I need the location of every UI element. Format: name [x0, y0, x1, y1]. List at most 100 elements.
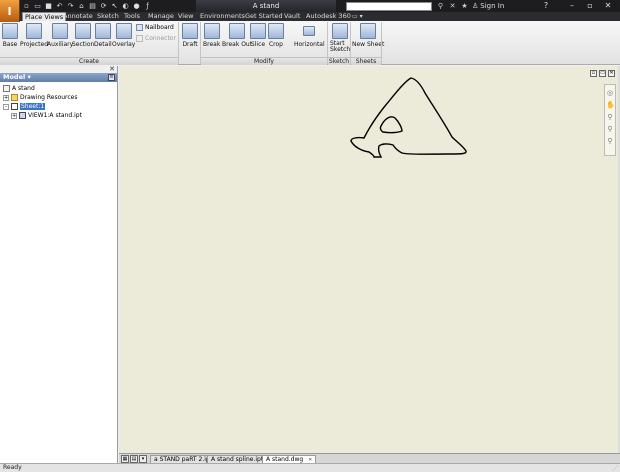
chevron-down-icon: ▾	[27, 73, 31, 81]
panel-label-modify: Modify	[201, 57, 327, 65]
break-out-icon	[229, 23, 246, 39]
tab-get-started[interactable]: Get Started	[245, 12, 283, 21]
tree-item-drawing-resources[interactable]: + Drawing Resources	[3, 93, 78, 102]
user-icon: ♙	[472, 2, 479, 10]
projected-view-button[interactable]: Projected	[20, 23, 48, 48]
help-button[interactable]: ?	[540, 1, 552, 11]
minimize-icon[interactable]: –	[566, 1, 578, 11]
doc-icon	[3, 85, 10, 92]
overlay-view-button[interactable]: Overlay	[112, 23, 135, 48]
new-icon[interactable]: ▫	[22, 1, 31, 10]
slice-button[interactable]: Slice	[250, 23, 266, 48]
star-icon[interactable]: ★	[460, 1, 469, 10]
crop-icon	[268, 23, 284, 39]
tab-autodesk-360[interactable]: Autodesk 360	[306, 12, 351, 21]
sketch-inner-loop	[379, 116, 403, 134]
nailboard-button[interactable]: Nailboard	[136, 24, 174, 31]
fx-icon[interactable]: ƒ	[143, 1, 152, 10]
sign-in-label: Sign In	[480, 2, 505, 10]
steering-wheel-icon[interactable]: ◎	[606, 89, 614, 97]
navigation-bar: ◎ ✋ ⚲ ⚲ ⚲	[604, 84, 616, 156]
zoom-window-icon[interactable]: ⚲	[606, 125, 614, 133]
appearance-icon[interactable]: ●	[132, 1, 141, 10]
tile-windows-icon[interactable]: ▦	[121, 455, 129, 463]
tab-place-views[interactable]: Place Views	[22, 12, 67, 21]
document-list-icon[interactable]: ▾	[139, 455, 147, 463]
tab-annotate[interactable]: Annotate	[63, 12, 93, 21]
draft-view-icon	[182, 23, 198, 39]
detail-view-button[interactable]: Detail	[94, 23, 112, 48]
crop-button[interactable]: Crop	[268, 23, 284, 48]
detail-view-icon	[94, 23, 111, 39]
redo-icon[interactable]: ↷	[66, 1, 75, 10]
new-sheet-button[interactable]: New Sheet	[352, 23, 384, 48]
browser-menu-icon[interactable]: ≡	[108, 74, 115, 81]
tab-vault[interactable]: Vault	[284, 12, 300, 21]
save-icon[interactable]: ■	[44, 1, 53, 10]
print-icon[interactable]: ▤	[88, 1, 97, 10]
tree-item-view1[interactable]: + VIEW1:A stand.ipt	[11, 111, 82, 120]
status-text: Ready	[3, 464, 22, 471]
undo-icon[interactable]: ↶	[55, 1, 64, 10]
zoom-all-icon[interactable]: ⚲	[606, 137, 614, 145]
ribbon-tab-bar: Place Views Annotate Sketch Tools Manage…	[0, 12, 620, 21]
maximize-icon[interactable]: ▫	[584, 1, 596, 11]
help-search-input[interactable]	[346, 2, 432, 11]
draft-view-button[interactable]: Draft	[182, 23, 198, 48]
sign-in-button[interactable]: ♙ Sign In	[472, 1, 504, 11]
view-icon	[19, 112, 26, 119]
close-icon[interactable]: ✕	[602, 1, 614, 11]
tools-icon[interactable]: ✕	[448, 1, 457, 10]
browser-header[interactable]: Model ▾ ≡	[0, 73, 117, 82]
home-icon[interactable]: ⌂	[77, 1, 86, 10]
tab-view[interactable]: View	[178, 12, 193, 21]
break-icon	[203, 23, 220, 39]
base-view-button[interactable]: Base	[2, 23, 18, 48]
horizontal-button[interactable]: Horizontal	[294, 23, 325, 48]
binoculars-icon[interactable]: ⚲	[436, 1, 445, 10]
maximize-view-icon[interactable]: ▭	[599, 70, 606, 77]
break-button[interactable]: Break	[203, 23, 220, 48]
quick-access-toolbar: ▫ ▭ ■ ↶ ↷ ⌂ ▤ ⟳ ↖ ◐ ● ƒ	[22, 1, 152, 11]
panel-label-sheets: Sheets	[351, 57, 381, 65]
open-icon[interactable]: ▭	[33, 1, 42, 10]
restore-view-icon[interactable]: ▫	[590, 70, 597, 77]
collapse-icon[interactable]: -	[3, 103, 9, 110]
expand-icon[interactable]: +	[3, 94, 9, 101]
document-title: A stand	[196, 0, 336, 12]
slice-icon	[250, 23, 266, 39]
tab-tools[interactable]: Tools	[124, 12, 140, 21]
zoom-icon[interactable]: ⚲	[606, 113, 614, 121]
select-icon[interactable]: ↖	[110, 1, 119, 10]
pan-icon[interactable]: ✋	[606, 101, 615, 109]
start-sketch-button[interactable]: Start Sketch	[330, 23, 350, 53]
tab-environments[interactable]: Environments	[200, 12, 245, 21]
resize-grip-icon[interactable]: ⋰	[612, 465, 618, 472]
sheet-icon	[11, 103, 18, 110]
browser-header-label: Model	[3, 73, 26, 81]
close-view-icon[interactable]: ✕	[608, 70, 615, 77]
inventor-logo-icon[interactable]: I	[0, 0, 20, 22]
projected-view-icon	[26, 23, 43, 39]
close-browser-icon[interactable]: ✕	[109, 65, 115, 73]
title-bar: ▫ ▭ ■ ↶ ↷ ⌂ ▤ ⟳ ↖ ◐ ● ƒ A stand ⚲ ✕ ★ ♙ …	[0, 0, 620, 12]
cascade-windows-icon[interactable]: ▤	[130, 455, 138, 463]
break-out-button[interactable]: Break Out	[222, 23, 252, 48]
overlay-view-icon	[115, 23, 132, 39]
tree-item-a-stand[interactable]: A stand	[3, 84, 35, 93]
auxiliary-view-icon	[52, 23, 69, 39]
tree-item-sheet[interactable]: - Sheet:1	[3, 102, 46, 111]
ribbon-display-toggle-icon[interactable]: ▭ ▾	[352, 13, 363, 20]
material-icon[interactable]: ◐	[121, 1, 130, 10]
connector-button[interactable]: Connector	[136, 35, 176, 42]
tab-sketch[interactable]: Sketch	[97, 12, 119, 21]
drawing-canvas[interactable]: ▫ ▭ ✕ ◎ ✋ ⚲ ⚲ ⚲	[119, 66, 618, 453]
folder-icon	[11, 94, 18, 101]
section-view-button[interactable]: Section	[72, 23, 94, 48]
tab-manage[interactable]: Manage	[148, 12, 174, 21]
update-icon[interactable]: ⟳	[99, 1, 108, 10]
section-view-icon	[75, 23, 92, 39]
expand-icon[interactable]: +	[11, 112, 17, 119]
panel-separator	[381, 22, 382, 64]
auxiliary-view-button[interactable]: Auxiliary	[47, 23, 73, 48]
